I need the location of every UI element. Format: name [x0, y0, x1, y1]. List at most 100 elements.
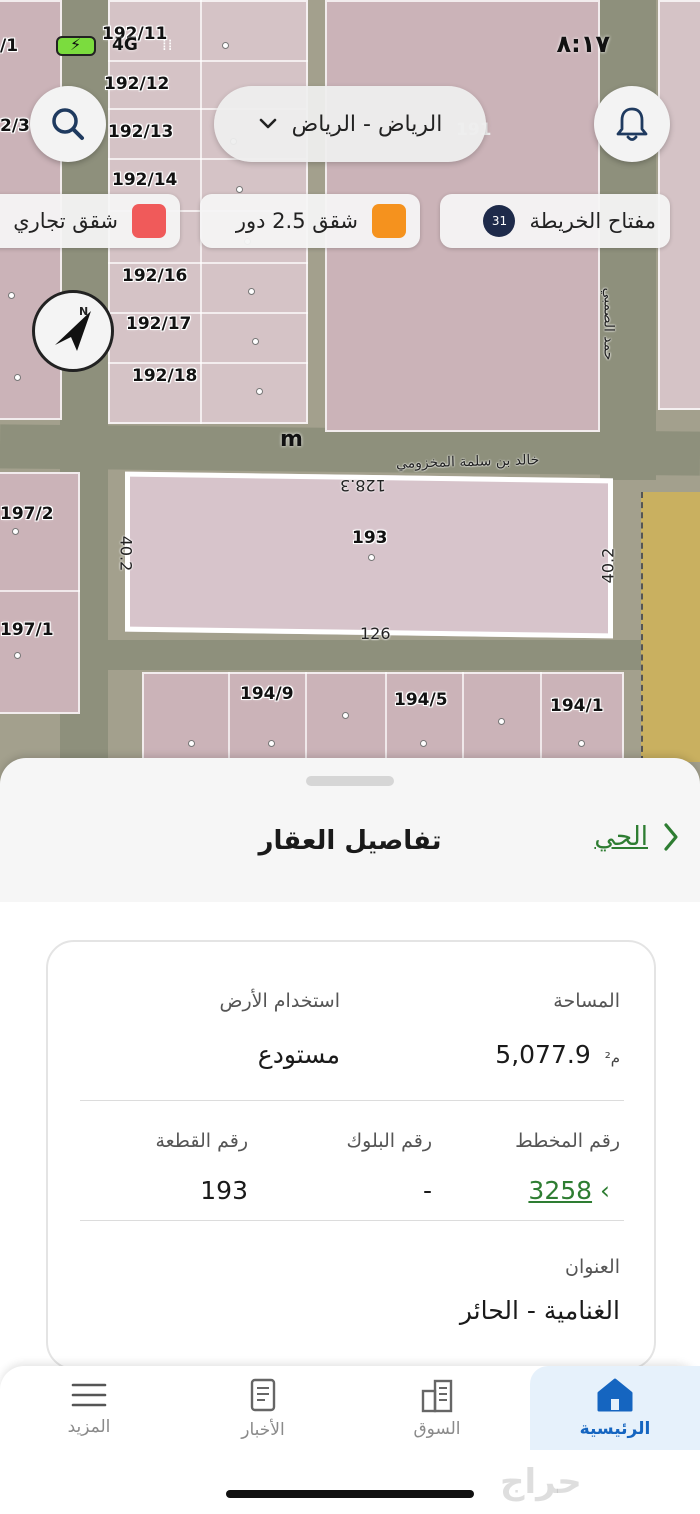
nav-news[interactable]: الأخبار: [178, 1366, 348, 1450]
block-number-value: -: [422, 1176, 432, 1205]
plot-number-label: رقم القطعة: [155, 1130, 248, 1152]
plan-number-value: 3258: [528, 1176, 593, 1205]
plot-divider: [305, 672, 307, 772]
land-use-value: مستودع: [257, 1040, 340, 1069]
news-icon: [250, 1378, 276, 1412]
buildings-icon: [421, 1379, 453, 1413]
plot-label: 197/2: [0, 504, 54, 524]
area-value: م² 5,077.9: [495, 1040, 620, 1069]
block-number-label: رقم البلوك: [346, 1130, 432, 1152]
map-marker-m: m: [280, 427, 303, 452]
plot-centroid: [498, 718, 505, 725]
divider: [80, 1220, 624, 1221]
compass-north-label: N: [79, 305, 89, 318]
plot-label: 194/5: [394, 690, 448, 710]
bell-icon: [616, 107, 648, 141]
plot-centroid: [8, 292, 15, 299]
legend-swatch-red: [132, 204, 166, 238]
status-time: ٨:١٧: [556, 30, 610, 58]
legend-commercial-chip[interactable]: شقق تجاري: [0, 194, 180, 248]
plot-label: /1: [0, 36, 19, 56]
plot-divider: [108, 262, 308, 264]
plot-label: 194/9: [240, 684, 294, 704]
map-key-badge: 31: [483, 205, 516, 237]
area-label: المساحة: [553, 990, 620, 1012]
chevron-left-icon: ‹: [600, 1176, 610, 1205]
search-button[interactable]: [30, 86, 106, 162]
district-link[interactable]: الحي: [594, 822, 680, 852]
area-number: 5,077.9: [495, 1040, 591, 1069]
plot-label: 192/12: [104, 74, 170, 94]
plot-divider: [462, 672, 464, 772]
plot-centroid: [12, 528, 19, 535]
plot-centroid: [420, 740, 427, 747]
zoned-area: [641, 492, 700, 762]
details-card: المساحة م² 5,077.9 استخدام الأرض مستودع …: [46, 940, 656, 1370]
city-selector[interactable]: الرياض - الرياض: [214, 86, 486, 162]
dimension-top: 128.3: [340, 476, 386, 495]
notifications-button[interactable]: [594, 86, 670, 162]
map-view[interactable]: 192/11 192/12 192/13 192/14 192/16 192/1…: [0, 0, 700, 800]
legend-swatch-orange: [372, 204, 406, 238]
nav-more[interactable]: المزيد: [4, 1366, 174, 1450]
plot-centroid: [14, 652, 21, 659]
nav-market[interactable]: السوق: [352, 1366, 522, 1450]
plot-divider: [540, 672, 542, 772]
plot-label: 192/13: [108, 122, 174, 142]
plot-centroid: [248, 288, 255, 295]
plan-number-label: رقم المخطط: [515, 1130, 620, 1152]
home-icon: [597, 1378, 633, 1412]
plot-divider: [108, 362, 308, 364]
plot-divider: [385, 672, 387, 772]
chevron-right-icon: [664, 823, 678, 851]
nav-home[interactable]: الرئيسية: [530, 1366, 700, 1450]
land-use-label: استخدام الأرض: [219, 990, 340, 1012]
district-link-label: الحي: [594, 822, 648, 852]
parcel-block: [142, 672, 624, 772]
plot-divider: [228, 672, 230, 772]
nav-news-label: الأخبار: [241, 1420, 285, 1440]
sheet-grab-handle[interactable]: [306, 776, 394, 786]
selected-plot-outline[interactable]: [125, 471, 613, 639]
search-icon: [52, 108, 84, 140]
plot-label: 192/18: [132, 366, 198, 386]
plot-label: 194/1: [550, 696, 604, 716]
city-label: الرياض - الرياض: [291, 111, 443, 137]
map-key-label: مفتاح الخريطة: [529, 209, 656, 233]
home-indicator[interactable]: [226, 1490, 474, 1498]
plot-centroid: [236, 186, 243, 193]
address-label: العنوان: [564, 1256, 620, 1278]
nav-home-label: الرئيسية: [579, 1419, 651, 1439]
map-key-chip[interactable]: مفتاح الخريطة 31: [440, 194, 670, 248]
compass-icon: [55, 311, 91, 351]
plot-label: 192/17: [126, 314, 192, 334]
legend-apartments-floors-label: شقق 2.5 دور: [235, 209, 358, 233]
plot-centroid: [222, 42, 229, 49]
plot-centroid: [578, 740, 585, 747]
legend-apartments-floors-chip[interactable]: شقق 2.5 دور: [200, 194, 420, 248]
plot-centroid: [188, 740, 195, 747]
menu-icon: [71, 1383, 107, 1407]
plot-label: 192/14: [112, 170, 178, 190]
battery-icon: ⚡: [56, 35, 96, 56]
signal-icon: ⁞⁞: [162, 36, 174, 54]
watermark: حراج: [500, 1462, 582, 1502]
plot-number-value: 193: [200, 1176, 248, 1205]
plot-label: 193: [352, 528, 388, 548]
plan-number-link[interactable]: 3258 ‹: [528, 1176, 620, 1205]
plot-divider: [108, 60, 308, 62]
plot-centroid: [252, 338, 259, 345]
plot-centroid: [268, 740, 275, 747]
plot-label: 197/1: [0, 620, 54, 640]
nav-market-label: السوق: [413, 1419, 461, 1439]
compass-button[interactable]: N: [32, 290, 114, 372]
nav-more-label: المزيد: [67, 1417, 111, 1437]
network-indicator: 4G: [112, 35, 138, 55]
plot-centroid: [368, 553, 375, 562]
plot-divider: [0, 590, 80, 592]
legend-commercial-label: شقق تجاري: [13, 209, 118, 233]
plot-centroid: [256, 388, 263, 395]
dimension-left: 40.2: [116, 535, 136, 572]
divider: [80, 1100, 624, 1101]
plot-label: 192/16: [122, 266, 188, 286]
